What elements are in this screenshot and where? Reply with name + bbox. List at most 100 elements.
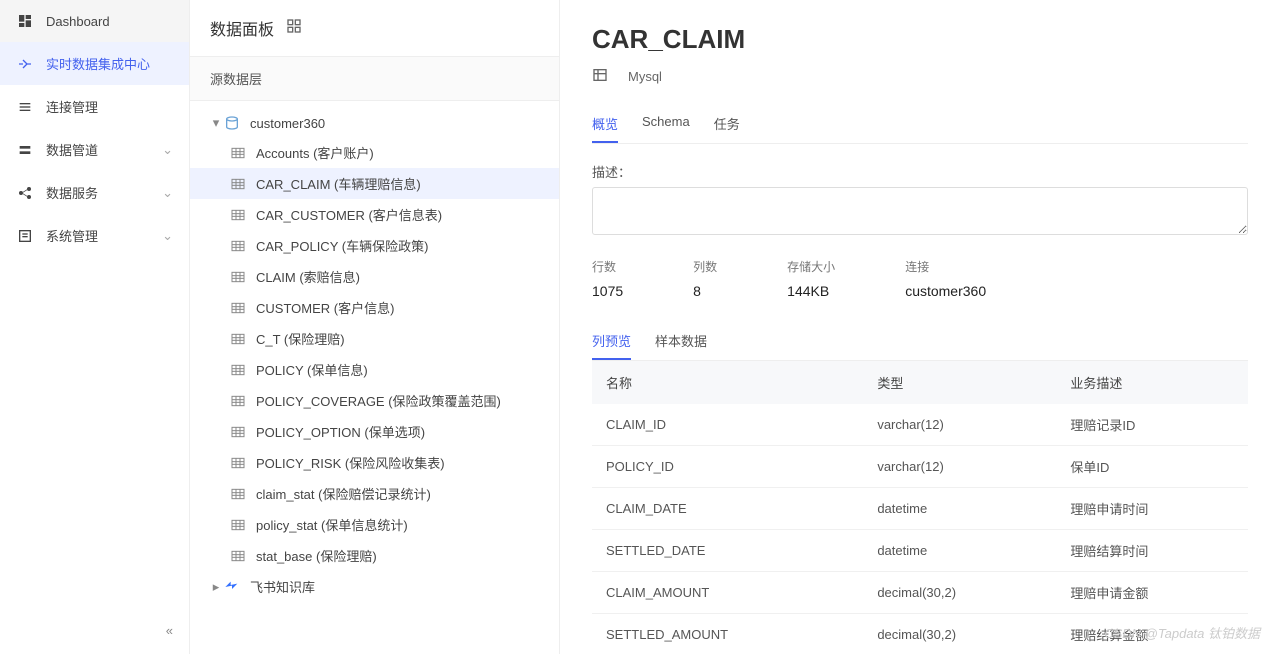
table-row[interactable]: CLAIM_AMOUNTdecimal(30,2)理赔申请金额: [592, 572, 1248, 614]
col-type: varchar(12): [863, 446, 1056, 488]
stat-value: 144KB: [787, 283, 835, 299]
table-icon: [230, 455, 248, 471]
tree-item-label: POLICY_OPTION (保单选项): [256, 422, 425, 441]
sidebar-item-label: 数据服务: [46, 183, 98, 202]
table-icon: [230, 331, 248, 347]
col-header-desc: 业务描述: [1056, 361, 1248, 404]
connection-icon: [16, 98, 34, 116]
caret-icon: ▾: [208, 115, 224, 131]
tree-item[interactable]: CUSTOMER (客户信息): [190, 292, 559, 323]
subtab[interactable]: 样本数据: [655, 323, 707, 360]
tree-item-label: POLICY (保单信息): [256, 360, 368, 379]
service-icon: [16, 184, 34, 202]
col-header-type: 类型: [863, 361, 1056, 404]
tree-item[interactable]: C_T (保险理赔): [190, 323, 559, 354]
feishu-icon: [224, 579, 242, 595]
tab[interactable]: 概览: [592, 106, 618, 143]
stat-value: 1075: [592, 283, 623, 299]
tree-item-label: customer360: [250, 116, 325, 131]
tree-item[interactable]: POLICY (保单信息): [190, 354, 559, 385]
col-type: decimal(30,2): [863, 614, 1056, 654]
stats-row: 行数1075列数8存储大小144KB连接customer360: [592, 258, 1248, 299]
columns-table: 名称 类型 业务描述 CLAIM_IDvarchar(12)理赔记录IDPOLI…: [592, 361, 1248, 654]
tree-item[interactable]: CAR_CLAIM (车辆理赔信息): [190, 168, 559, 199]
tree-item-label: 飞书知识库: [250, 577, 315, 596]
table-icon: [230, 393, 248, 409]
table-icon: [230, 145, 248, 161]
tree-item-label: CUSTOMER (客户信息): [256, 298, 394, 317]
sidebar-collapse-button[interactable]: «: [0, 607, 189, 654]
tree-item-label: policy_stat (保单信息统计): [256, 515, 408, 534]
detail-panel: CAR_CLAIM Mysql 概览Schema任务 描述： 行数1075列数8…: [560, 0, 1280, 654]
table-row[interactable]: SETTLED_DATEdatetime理赔结算时间: [592, 530, 1248, 572]
table-row[interactable]: SETTLED_AMOUNTdecimal(30,2)理赔结算金额: [592, 614, 1248, 654]
sidebar-item-label: 连接管理: [46, 97, 98, 116]
db-icon: [224, 115, 242, 131]
sidebar-item-service[interactable]: 数据服务⌄: [0, 171, 189, 214]
col-name: SETTLED_AMOUNT: [592, 614, 863, 654]
pipeline-icon: [16, 141, 34, 159]
col-type: varchar(12): [863, 404, 1056, 446]
tree-item-label: POLICY_COVERAGE (保险政策覆盖范围): [256, 391, 501, 410]
col-desc: 理赔申请金额: [1056, 572, 1248, 614]
tree-item-label: CLAIM (索赔信息): [256, 267, 360, 286]
sidebar-item-dashboard[interactable]: Dashboard: [0, 0, 189, 42]
tree-item[interactable]: POLICY_COVERAGE (保险政策覆盖范围): [190, 385, 559, 416]
stat-label: 连接: [905, 258, 986, 275]
table-title: CAR_CLAIM: [592, 24, 1248, 55]
sidebar-item-system[interactable]: 系统管理⌄: [0, 214, 189, 257]
tree-item[interactable]: ▸ 飞书知识库: [190, 571, 559, 602]
table-icon: [230, 424, 248, 440]
col-name: SETTLED_DATE: [592, 530, 863, 572]
table-icon: [230, 176, 248, 192]
tree-item-label: C_T (保险理赔): [256, 329, 345, 348]
table-row[interactable]: CLAIM_IDvarchar(12)理赔记录ID: [592, 404, 1248, 446]
tree-item[interactable]: claim_stat (保险赔偿记录统计): [190, 478, 559, 509]
tree-item[interactable]: stat_base (保险理赔): [190, 540, 559, 571]
col-desc: 保单ID: [1056, 446, 1248, 488]
caret-icon: ▸: [208, 579, 224, 595]
db-type-label: Mysql: [628, 69, 662, 84]
detail-tabs: 概览 Schema 任务: [592, 106, 1248, 144]
desc-label: 描述：: [592, 162, 1248, 181]
table-icon: [230, 486, 248, 502]
col-desc: 理赔结算时间: [1056, 530, 1248, 572]
col-name: CLAIM_DATE: [592, 488, 863, 530]
col-header-name: 名称: [592, 361, 863, 404]
tree-item[interactable]: CAR_CUSTOMER (客户信息表): [190, 199, 559, 230]
desc-input[interactable]: [592, 187, 1248, 235]
table-row[interactable]: CLAIM_DATEdatetime理赔申请时间: [592, 488, 1248, 530]
tree-item[interactable]: POLICY_RISK (保险风险收集表): [190, 447, 559, 478]
tree-item[interactable]: CLAIM (索赔信息): [190, 261, 559, 292]
tree-item[interactable]: CAR_POLICY (车辆保险政策): [190, 230, 559, 261]
stat: 存储大小 144KB: [787, 258, 835, 299]
db-type-row: Mysql: [592, 67, 1248, 86]
stat-value: customer360: [905, 283, 986, 299]
stat: 连接 customer360: [905, 258, 986, 299]
table-row[interactable]: POLICY_IDvarchar(12)保单ID: [592, 446, 1248, 488]
col-type: datetime: [863, 530, 1056, 572]
sidebar-item-integration[interactable]: 实时数据集成中心: [0, 42, 189, 85]
tree-item-label: claim_stat (保险赔偿记录统计): [256, 484, 431, 503]
panel-section: 源数据层: [190, 57, 559, 101]
tree-item[interactable]: POLICY_OPTION (保单选项): [190, 416, 559, 447]
tree-item[interactable]: ▾ customer360: [190, 109, 559, 137]
col-name: CLAIM_ID: [592, 404, 863, 446]
table-icon: [230, 362, 248, 378]
panel-layout-icon[interactable]: [286, 18, 302, 39]
tab[interactable]: Schema: [642, 106, 690, 143]
tree: ▾ customer360 Accounts (客户账户)CAR_CLAIM (车辆…: [190, 101, 559, 654]
integration-icon: [16, 55, 34, 73]
sidebar-item-pipeline[interactable]: 数据管道⌄: [0, 128, 189, 171]
col-type: decimal(30,2): [863, 572, 1056, 614]
stat-label: 列数: [693, 258, 717, 275]
tree-item[interactable]: Accounts (客户账户): [190, 137, 559, 168]
subtab[interactable]: 列预览: [592, 323, 631, 360]
tab[interactable]: 任务: [714, 106, 740, 143]
sidebar-item-connection[interactable]: 连接管理: [0, 85, 189, 128]
stat-value: 8: [693, 283, 717, 299]
col-desc: 理赔结算金额: [1056, 614, 1248, 654]
stat-label: 存储大小: [787, 258, 835, 275]
tree-item[interactable]: policy_stat (保单信息统计): [190, 509, 559, 540]
col-desc: 理赔申请时间: [1056, 488, 1248, 530]
